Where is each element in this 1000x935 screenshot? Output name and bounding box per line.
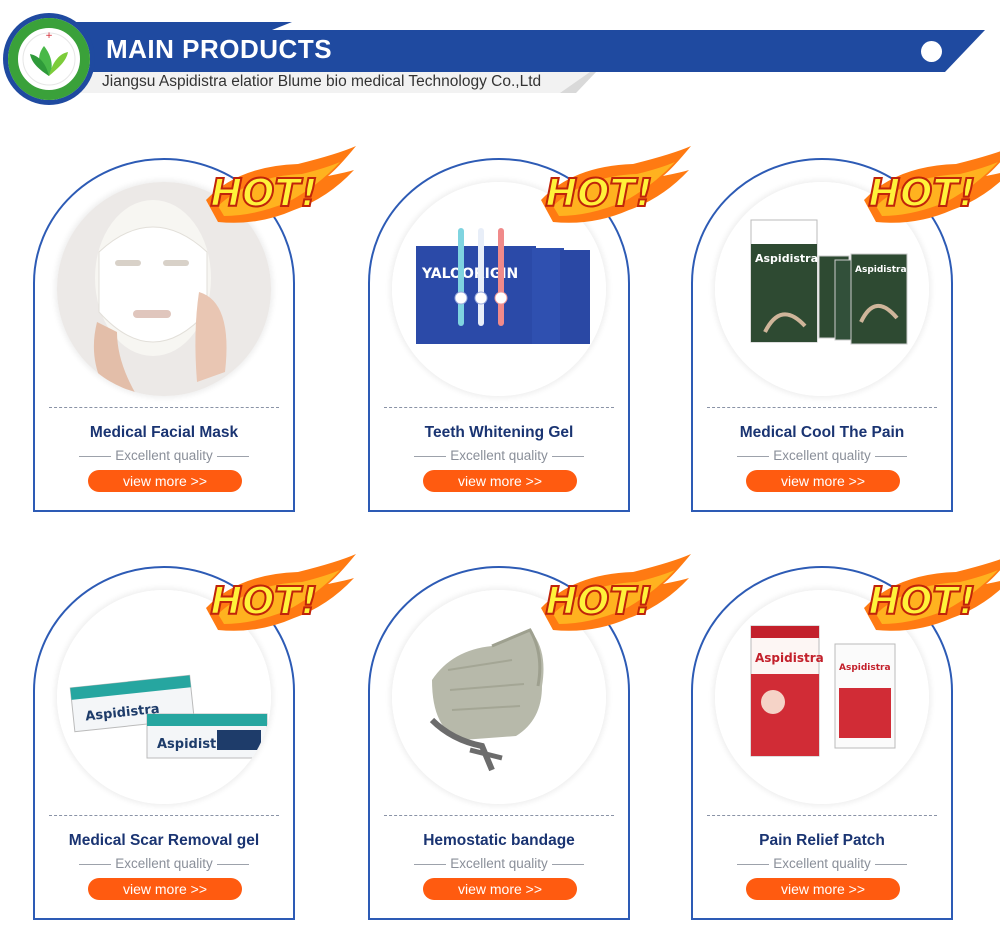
product-name[interactable]: Medical Facial Mask [33,424,295,442]
hot-badge-icon: HOT! [206,146,356,223]
divider [384,815,614,816]
hot-badge-icon: HOT! [864,559,1000,631]
product-tagline: Excellent quality [368,856,630,871]
product-card[interactable]: Aspidistra Aspidistra HOT! Medical Scar … [33,554,356,920]
svg-text:HOT!: HOT! [868,579,975,623]
product-name[interactable]: Pain Relief Patch [691,832,953,850]
divider [707,407,937,408]
product-tagline: Excellent quality [368,448,630,463]
view-more-button[interactable]: view more >> [746,878,900,900]
product-tagline: Excellent quality [691,448,953,463]
view-more-button[interactable]: view more >> [88,878,242,900]
svg-text:Aspidistra: Aspidistra [755,651,824,665]
svg-text:HOT!: HOT! [545,171,652,215]
product-card[interactable]: HOT! Medical Facial Mask Excellent quali… [33,146,356,512]
product-name[interactable]: Teeth Whitening Gel [368,424,630,442]
svg-text:Aspidistra: Aspidistra [855,265,907,275]
product-tagline: Excellent quality [33,856,295,871]
company-name: Jiangsu Aspidistra elatior Blume bio med… [102,73,542,90]
divider [707,815,937,816]
product-card[interactable]: Aspidistra Aspidistra HOT! Pain Relief P… [691,559,1000,920]
divider [384,407,614,408]
company-logo: + [8,18,90,100]
product-tagline: Excellent quality [691,856,953,871]
section-header: + MAIN PRODUCTS Jiangsu Aspidistra elati… [0,0,1000,110]
svg-text:HOT!: HOT! [210,171,317,215]
hot-badge-icon: HOT! [864,151,1000,223]
product-name[interactable]: Medical Cool The Pain [691,424,953,442]
svg-text:Aspidistra: Aspidistra [839,663,891,673]
svg-text:HOT!: HOT! [545,579,652,623]
view-more-button[interactable]: view more >> [88,470,242,492]
svg-text:Aspidistra: Aspidistra [755,252,818,265]
product-tagline: Excellent quality [33,448,295,463]
product-card[interactable]: HOT! Hemostatic bandage Excellent qualit… [368,554,691,920]
leaf-logo-icon: + [8,18,90,100]
hot-badge-icon: HOT! [206,554,356,631]
svg-text:+: + [45,31,53,41]
view-more-button[interactable]: view more >> [746,470,900,492]
divider [49,815,279,816]
svg-text:HOT!: HOT! [210,579,317,623]
divider [49,407,279,408]
product-card[interactable]: Aspidistra Aspidistra HOT! Medical Cool … [691,151,1000,512]
product-name[interactable]: Hemostatic bandage [368,832,630,850]
page-title: MAIN PRODUCTS [106,34,333,64]
svg-text:HOT!: HOT! [868,171,975,215]
product-card[interactable]: YALOORIGIN HOT! Teeth Whitening Gel Exce… [368,146,691,512]
hot-badge-icon: HOT! [541,554,691,631]
header-dot-icon [921,41,942,62]
product-name[interactable]: Medical Scar Removal gel [33,832,295,850]
hot-badge-icon: HOT! [541,146,691,223]
view-more-button[interactable]: view more >> [423,878,577,900]
view-more-button[interactable]: view more >> [423,470,577,492]
